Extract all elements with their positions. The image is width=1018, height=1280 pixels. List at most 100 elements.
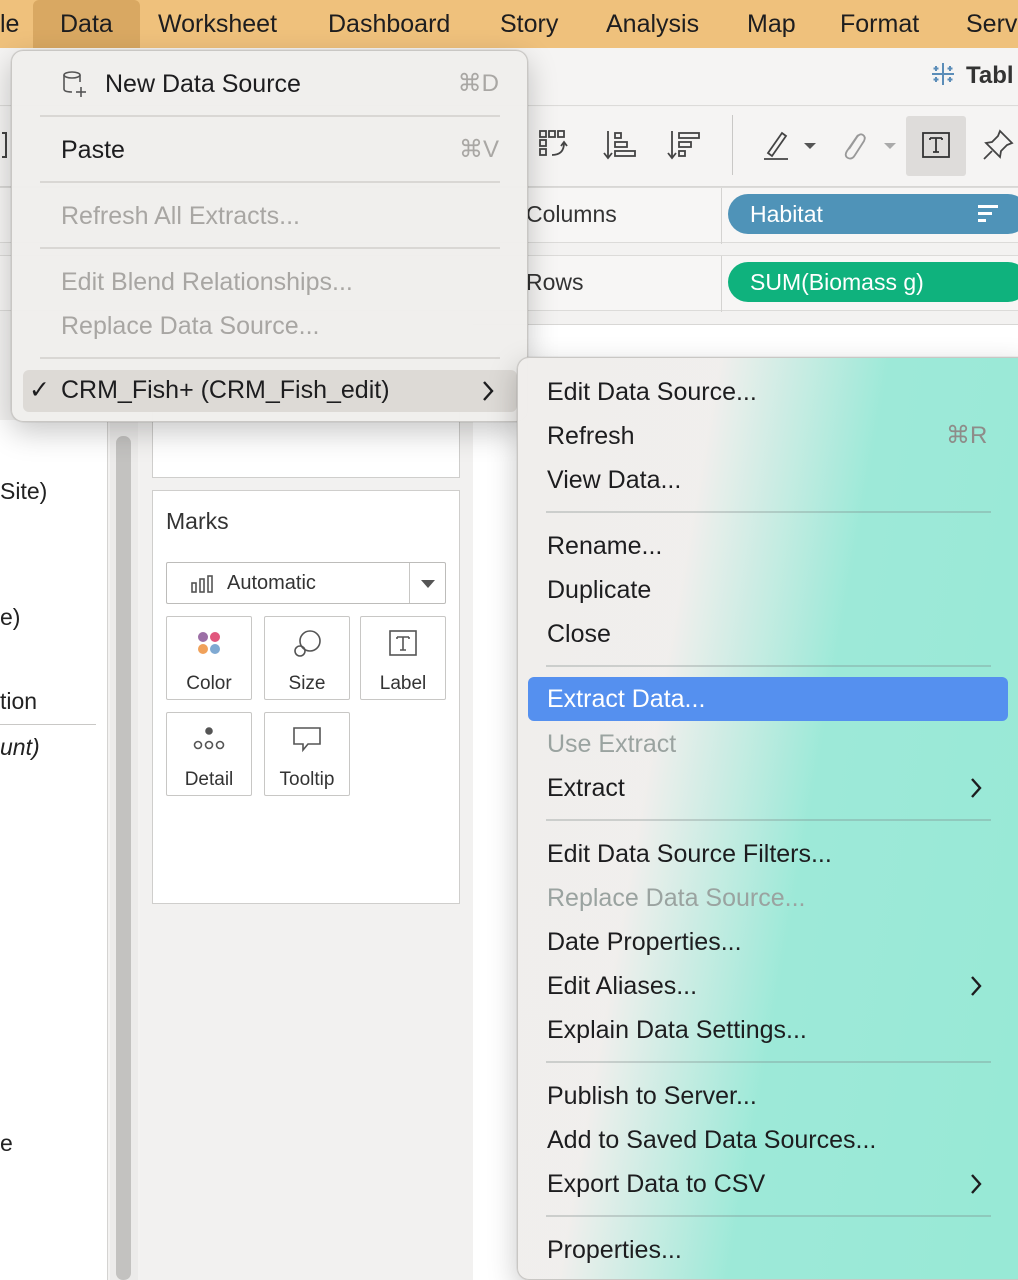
sort-ascending-icon[interactable]	[600, 125, 640, 165]
toolbar-separator	[732, 115, 733, 175]
color-label: Color	[186, 673, 232, 694]
submenu-export-data-to-csv[interactable]: Export Data to CSV	[518, 1162, 1018, 1206]
fix-axes-pin-icon[interactable]	[978, 125, 1018, 165]
menu-analysis[interactable]: Analysis	[606, 0, 699, 48]
field-site[interactable]: Site)	[0, 478, 47, 505]
submenu-replace-data-source: Replace Data Source...	[518, 876, 1018, 920]
submenu-add-to-saved-data-sources[interactable]: Add to Saved Data Sources...	[518, 1118, 1018, 1162]
menu-format[interactable]: Format	[840, 0, 919, 48]
shelf-divider	[721, 188, 722, 244]
edit-aliases-label: Edit Aliases...	[547, 972, 698, 1000]
submenu-edit-aliases[interactable]: Edit Aliases...	[518, 964, 1018, 1008]
mark-type-dropdown[interactable]: Automatic	[166, 562, 446, 604]
edit-data-source-filters-label: Edit Data Source Filters...	[547, 840, 832, 868]
submenu-refresh[interactable]: Refresh ⌘R	[518, 414, 1018, 458]
chevron-down-icon	[421, 580, 435, 588]
menu-story[interactable]: Story	[500, 0, 558, 48]
rows-pill-label: SUM(Biomass g)	[750, 269, 924, 295]
menu-separator	[546, 1061, 991, 1063]
shelf-divider	[721, 256, 722, 312]
tooltip-icon	[265, 725, 349, 753]
database-add-icon	[63, 71, 86, 97]
label-label: Label	[379, 673, 427, 694]
marks-card-title: Marks	[166, 508, 229, 534]
automatic-mark-icon	[191, 575, 213, 593]
highlight-icon[interactable]	[756, 125, 796, 165]
menu-item-paste[interactable]: Paste ⌘V	[12, 130, 527, 170]
submenu-properties[interactable]: Properties...	[518, 1228, 1018, 1272]
replace-data-source-label: Replace Data Source...	[61, 312, 320, 340]
tooltip-label: Tooltip	[279, 769, 335, 790]
data-pane: Site) e) tion unt) e	[0, 420, 108, 1280]
menu-separator	[546, 819, 991, 821]
sort-indicator-icon	[978, 205, 998, 222]
color-icon	[167, 629, 251, 657]
refresh-all-extracts-label: Refresh All Extracts...	[61, 202, 300, 230]
tooltip-button[interactable]: Tooltip	[264, 712, 350, 796]
submenu-explain-data-settings[interactable]: Explain Data Settings...	[518, 1008, 1018, 1052]
menu-separator	[546, 665, 991, 667]
field-e2[interactable]: e	[0, 1130, 13, 1157]
paperclip-dropdown-icon[interactable]	[876, 125, 904, 165]
data-pane-scrollbar[interactable]	[116, 436, 131, 1280]
submenu-date-properties[interactable]: Date Properties...	[518, 920, 1018, 964]
menu-bar: le Data Worksheet Dashboard Story Analys…	[0, 0, 1018, 48]
menu-item-new-data-source[interactable]: New Data Source ⌘D	[12, 64, 527, 104]
rows-pill-biomass[interactable]: SUM(Biomass g)	[728, 262, 1018, 302]
menu-server[interactable]: Serv	[966, 0, 1017, 48]
highlight-dropdown-icon[interactable]	[796, 125, 824, 165]
columns-pill-habitat[interactable]: Habitat	[728, 194, 1018, 234]
data-source-entry-label: CRM_Fish+ (CRM_Fish_edit)	[61, 376, 390, 404]
menu-map[interactable]: Map	[747, 0, 796, 48]
duplicate-label: Duplicate	[547, 576, 652, 604]
export-data-to-csv-label: Export Data to CSV	[547, 1170, 766, 1198]
menu-separator	[40, 115, 500, 117]
detail-icon	[167, 725, 251, 753]
tableau-window: le Data Worksheet Dashboard Story Analys…	[0, 0, 1018, 1280]
app-title-text: Tabl	[966, 62, 1014, 89]
properties-label: Properties...	[547, 1236, 682, 1264]
label-button[interactable]: Label	[360, 616, 446, 700]
field-e[interactable]: e)	[0, 604, 20, 631]
swap-rows-columns-icon[interactable]	[534, 125, 574, 165]
show-mark-labels-icon[interactable]	[916, 125, 956, 165]
extract-label: Extract	[547, 774, 625, 802]
edit-data-source-label: Edit Data Source...	[547, 378, 757, 406]
add-to-saved-data-sources-label: Add to Saved Data Sources...	[547, 1126, 877, 1154]
menu-dashboard[interactable]: Dashboard	[328, 0, 450, 48]
submenu-view-data[interactable]: View Data...	[518, 458, 1018, 502]
submenu-duplicate[interactable]: Duplicate	[518, 568, 1018, 612]
menu-item-data-source-crm-fish[interactable]: ✓ CRM_Fish+ (CRM_Fish_edit)	[23, 370, 517, 412]
size-button[interactable]: Size	[264, 616, 350, 700]
new-data-source-shortcut: ⌘D	[457, 70, 499, 97]
detail-button[interactable]: Detail	[166, 712, 252, 796]
label-icon	[361, 629, 445, 657]
submenu-extract-data[interactable]: Extract Data...	[528, 677, 1008, 721]
menu-file[interactable]: le	[0, 0, 19, 48]
tableau-logo-icon	[932, 63, 954, 85]
close-label: Close	[547, 620, 611, 648]
menu-item-refresh-all-extracts: Refresh All Extracts...	[12, 196, 527, 236]
menu-separator	[40, 357, 500, 359]
submenu-extract[interactable]: Extract	[518, 766, 1018, 810]
color-button[interactable]: Color	[166, 616, 252, 700]
menu-separator	[546, 1215, 991, 1217]
chevron-right-icon	[971, 778, 982, 798]
field-count[interactable]: unt)	[0, 734, 40, 761]
paperclip-icon[interactable]	[834, 125, 874, 165]
submenu-close[interactable]: Close	[518, 612, 1018, 656]
submenu-publish-to-server[interactable]: Publish to Server...	[518, 1074, 1018, 1118]
submenu-edit-data-source-filters[interactable]: Edit Data Source Filters...	[518, 832, 1018, 876]
menu-separator	[40, 181, 500, 183]
columns-shelf-label: Columns	[526, 201, 617, 227]
submenu-rename[interactable]: Rename...	[518, 524, 1018, 568]
rename-label: Rename...	[547, 532, 663, 560]
data-source-submenu: Edit Data Source... Refresh ⌘R View Data…	[517, 357, 1018, 1280]
date-properties-label: Date Properties...	[547, 928, 742, 956]
submenu-edit-data-source[interactable]: Edit Data Source...	[518, 370, 1018, 414]
data-pane-divider	[0, 724, 96, 725]
menu-data[interactable]: Data	[33, 0, 140, 48]
menu-worksheet[interactable]: Worksheet	[158, 0, 277, 48]
field-tion[interactable]: tion	[0, 688, 37, 715]
sort-descending-icon[interactable]	[664, 125, 704, 165]
